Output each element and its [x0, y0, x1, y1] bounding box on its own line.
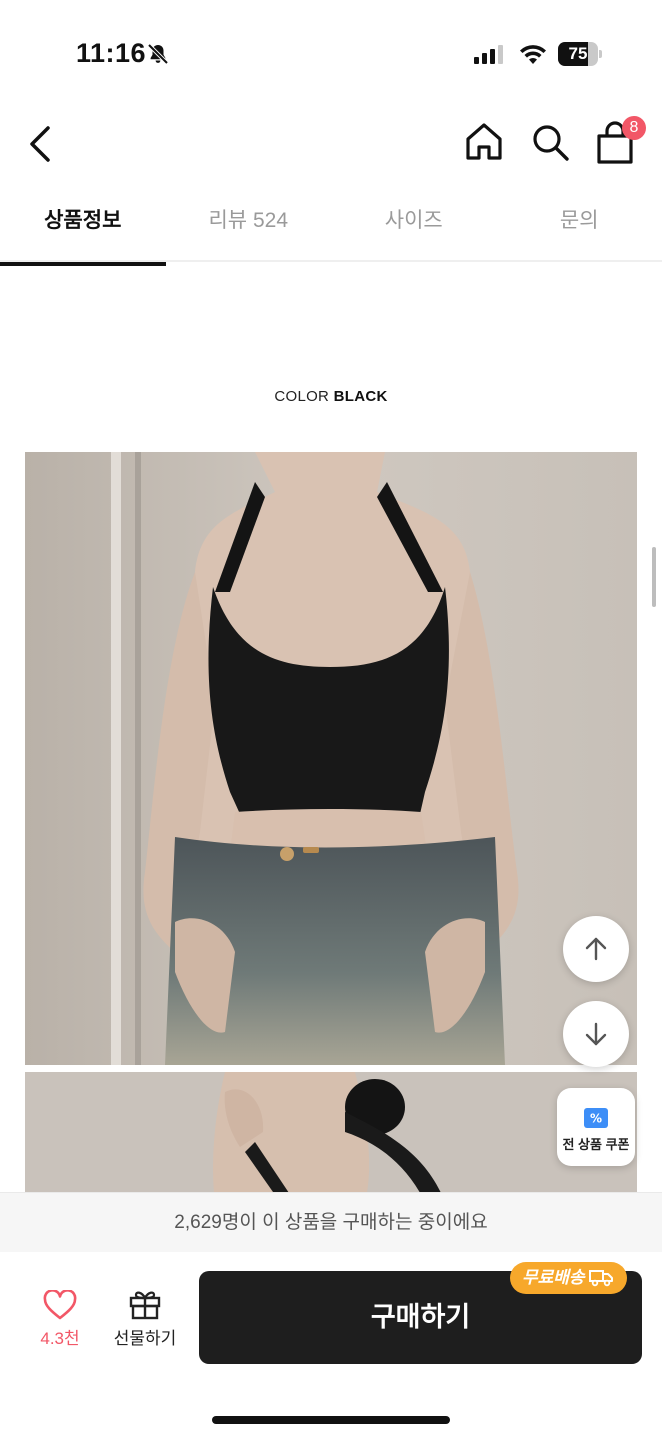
color-value: BLACK	[333, 388, 388, 405]
coupon-label: 전 상품 쿠폰	[562, 1137, 630, 1152]
bell-off-icon	[147, 43, 169, 65]
arrow-down-icon	[585, 1022, 607, 1046]
scroll-up-button[interactable]	[563, 916, 629, 982]
tab-inquiry[interactable]: 문의	[497, 188, 662, 260]
gift-button[interactable]: 선물하기	[108, 1288, 182, 1360]
gift-label: 선물하기	[113, 1329, 177, 1348]
home-button[interactable]	[462, 120, 506, 164]
all-product-coupon-button[interactable]: % 전 상품 쿠폰	[557, 1088, 635, 1166]
search-icon	[533, 125, 569, 161]
product-photo-front	[25, 452, 637, 1065]
product-tabs: 상품정보 리뷰 524 사이즈 문의	[0, 188, 662, 266]
scroll-indicator[interactable]	[652, 547, 656, 607]
free-shipping-badge: 무료배송	[510, 1262, 627, 1294]
back-button[interactable]	[22, 122, 62, 166]
home-icon	[466, 123, 502, 160]
product-detail-content: COLOR BLACK	[0, 262, 662, 1192]
heart-icon	[43, 1290, 77, 1320]
tab-reviews[interactable]: 리뷰 524	[166, 188, 332, 260]
truck-icon	[588, 1270, 613, 1287]
scroll-down-button[interactable]	[563, 1001, 629, 1067]
back-arrow-icon	[30, 126, 50, 162]
top-navigation: 8	[0, 100, 662, 188]
cellular-signal-icon	[474, 44, 503, 64]
like-count: 4.3천	[40, 1329, 80, 1348]
bottom-action-bar: 4.3천 선물하기 구매하기 무료배송	[0, 1252, 662, 1440]
home-indicator	[212, 1416, 450, 1424]
free-shipping-label: 무료배송	[522, 1268, 585, 1287]
tab-size[interactable]: 사이즈	[331, 188, 497, 260]
cart-count-badge: 8	[622, 116, 646, 140]
tab-product-info[interactable]: 상품정보	[0, 188, 166, 266]
like-button[interactable]: 4.3천	[28, 1290, 92, 1360]
coupon-icon: %	[584, 1108, 608, 1128]
wifi-icon	[520, 45, 546, 64]
cart-button[interactable]: 8	[594, 116, 646, 168]
color-label: COLOR BLACK	[0, 388, 662, 405]
battery-icon: 75	[558, 42, 602, 66]
status-time: 11:16	[76, 38, 147, 68]
svg-text:%: %	[590, 1112, 602, 1126]
battery-level: 75	[568, 44, 588, 63]
search-button[interactable]	[528, 120, 572, 164]
gift-icon	[129, 1291, 161, 1320]
purchase-activity-notice: 2,629명이 이 상품을 구매하는 중이에요	[0, 1192, 662, 1252]
status-bar: 11:16 75	[0, 0, 662, 100]
arrow-up-icon	[585, 937, 607, 961]
product-photo-back	[25, 1072, 637, 1192]
color-prefix: COLOR	[274, 388, 330, 405]
